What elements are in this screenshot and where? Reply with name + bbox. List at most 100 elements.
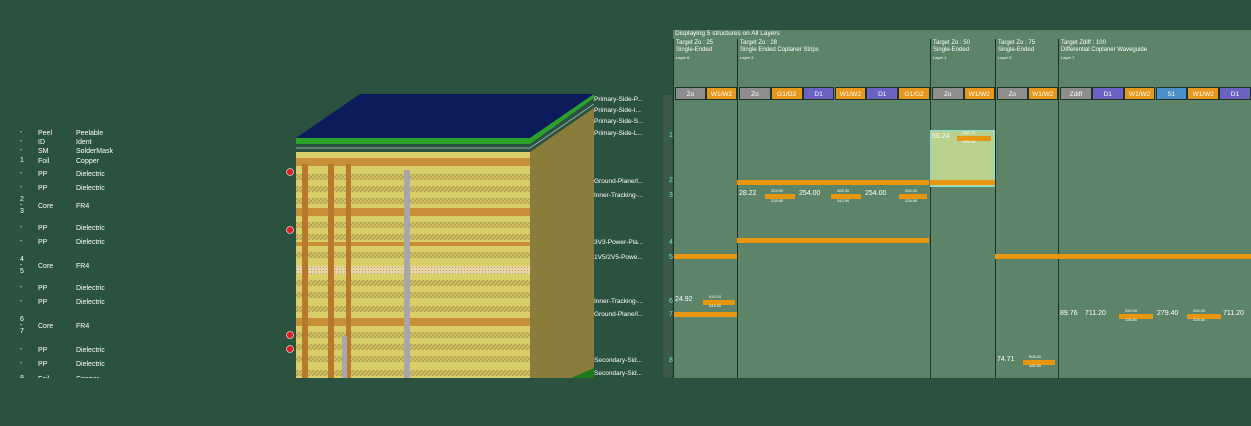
trace-width-bottom: 342.90 [837, 198, 850, 203]
layer-name-label[interactable]: Primary-Side-I... [594, 107, 641, 114]
target-label: Target Zdiff : 100 [1061, 40, 1106, 46]
legend-layer-number: - [20, 184, 23, 191]
structure-layer: Layer 8 [998, 55, 1012, 60]
legend-material: Dielectric [76, 285, 105, 292]
structure-title: Target Zo : 25 Single-Ended Layer 6 [676, 40, 713, 61]
d1-value: 254.00 [865, 190, 887, 197]
structure-type: Single-Ended [933, 47, 970, 53]
param-chip-d1[interactable]: D1 [1219, 87, 1251, 100]
zo-value: 50.24 [932, 133, 950, 140]
param-chip-w1-w2[interactable]: W1/W2 [834, 87, 867, 100]
layer-name-label[interactable]: Ground-Plane/I... [594, 178, 644, 185]
legend-layer-number: - [20, 346, 23, 353]
param-chip-s1[interactable]: S1 [1155, 87, 1188, 100]
legend-layer-number: - [20, 147, 23, 154]
legend-material: Dielectric [76, 299, 105, 306]
param-chip-zdiff[interactable]: Zdiff [1060, 87, 1092, 100]
param-chip-w1-w2[interactable]: W1/W2 [963, 87, 995, 100]
legend-layer-number: - [20, 298, 23, 305]
legend-layer-number: - [20, 224, 23, 231]
trace-width-bottom: 228.60 [1125, 317, 1138, 322]
s1-value: 279.40 [1157, 310, 1179, 317]
legend-material: Dielectric [76, 185, 105, 192]
structure-layer: Layer 6 [676, 55, 690, 60]
param-chip-zo[interactable]: Zo [675, 87, 706, 100]
layer-index: 1 [669, 132, 673, 139]
param-chip-d1[interactable]: D1 [1091, 87, 1124, 100]
layer-index: 7 [669, 311, 673, 318]
trace-width-bottom: 228.60 [1193, 317, 1206, 322]
structure-column[interactable]: Target Zdiff : 100 Differential Coplaner … [1058, 39, 1251, 378]
legend-layer-number: - [20, 360, 23, 367]
structure-type: Differential Coplaner Waveguide [1061, 47, 1148, 53]
legend-abbr: PP [38, 225, 48, 232]
target-label: Target Zo : 28 [740, 40, 778, 46]
structure-column[interactable]: Target Zo : 75 Single-Ended Layer 8 Zo W1/W2 [995, 39, 1059, 378]
structure-column[interactable]: Target Zo : 28 Single Ended Coplaner Stri… [737, 39, 931, 378]
layer-name-label[interactable]: Secondary-Sid... [594, 357, 642, 364]
param-chip-zo[interactable]: Zo [739, 87, 771, 100]
legend-layer-number: 6 - 7 [20, 316, 24, 335]
structure-layer: Layer 7 [1061, 55, 1075, 60]
gap-top: 254.00 [771, 188, 784, 193]
legend-layer-number: - [20, 129, 23, 136]
layer-name-label[interactable]: Inner-Tracking-... [594, 192, 643, 199]
d1-value: 711.20 [1085, 310, 1106, 317]
legend-layer-number: - [20, 238, 23, 245]
legend-abbr: Core [38, 323, 54, 330]
legend-material: FR4 [76, 323, 90, 330]
zo-value: 28.22 [739, 190, 757, 197]
param-chip-g1-g2[interactable]: G1/G2 [770, 87, 803, 100]
ground-plane-line [674, 254, 737, 259]
layer-name-label[interactable]: Primary-Side-L... [594, 130, 643, 137]
legend-abbr: PP [38, 185, 48, 192]
legend-material: SolderMask [76, 148, 113, 155]
legend-abbr: Peel [38, 130, 53, 137]
structure-column[interactable]: Target Zo : 25 Single-Ended Layer 6 Zo W1/W2 [673, 39, 738, 378]
stackup-viewer: { "legend": [ {"num":"-","abbr":"Peel","… [0, 0, 1251, 426]
trace-width-bottom: 444.50 [709, 303, 722, 308]
param-chip-w1-w2[interactable]: W1/W2 [1123, 87, 1156, 100]
legend-abbr: PP [38, 171, 48, 178]
legend-material: Dielectric [76, 361, 105, 368]
layer-index: 8 [669, 357, 673, 364]
param-chip-w1-w2[interactable]: W1/W2 [1027, 87, 1058, 100]
via-markers [286, 168, 294, 398]
layer-name-label[interactable]: Ground-Plane/I... [594, 311, 644, 318]
legend-abbr: ID [38, 139, 45, 146]
structure-column[interactable]: Target Zo : 50 Single-Ended Layer 1 Zo W1/W2 [930, 39, 996, 378]
structure-title: Target Zo : 75 Single-Ended Layer 8 [998, 40, 1035, 61]
d1-value: 254.00 [799, 190, 821, 197]
param-chip-zo[interactable]: Zo [932, 87, 964, 100]
trace-width-top: 368.70 [963, 130, 976, 135]
legend-layer-number: 4 - 5 [20, 256, 24, 275]
trace-width-bottom: 355.10 [963, 139, 976, 144]
param-chip-zo[interactable]: Zo [997, 87, 1028, 100]
layer-name-label[interactable]: 1V5/2V5-Powe... [594, 254, 643, 261]
stackup-3d-view[interactable] [280, 92, 600, 414]
param-chip-d1[interactable]: D1 [866, 87, 899, 100]
stackup-panel: - Peel Peelable - ID Ident - SM SolderMask 1 Foil C… [0, 0, 672, 426]
param-chip-g1-g2[interactable]: G1/G2 [898, 87, 930, 100]
layer-name-label[interactable]: Primary-Side-P... [594, 96, 643, 103]
table-header: Displaying 5 structures on All Layers [675, 30, 780, 37]
gap-bottom: 228.60 [771, 198, 784, 203]
layer-index: 4 [669, 239, 673, 246]
param-chip-w1-w2[interactable]: W1/W2 [706, 87, 737, 100]
layer-name-label[interactable]: 3V3-Power-Pla... [594, 239, 643, 246]
structure-title: Target Zdiff : 100 Differential Coplaner … [1061, 40, 1147, 61]
param-chip-w1-w2[interactable]: W1/W2 [1187, 87, 1220, 100]
target-label: Target Zo : 75 [998, 40, 1036, 46]
legend-layer-number: 1 [20, 157, 24, 164]
layer-name-label[interactable]: Primary-Side-S... [594, 118, 643, 125]
layer-name-label[interactable]: Inner-Tracking-... [594, 298, 643, 305]
layer-name-label[interactable]: Secondary-Sid... [594, 370, 642, 377]
zdiff-value: 89.76 [1060, 310, 1078, 317]
legend-material: FR4 [76, 263, 90, 270]
legend-layer-number: - [20, 284, 23, 291]
gap-top: 254.00 [905, 188, 918, 193]
param-chip-d1[interactable]: D1 [802, 87, 835, 100]
trace-width-top: 508.00 [1029, 354, 1042, 359]
trace-width-top: 368.30 [837, 188, 850, 193]
layer-index: 6 [669, 298, 673, 305]
